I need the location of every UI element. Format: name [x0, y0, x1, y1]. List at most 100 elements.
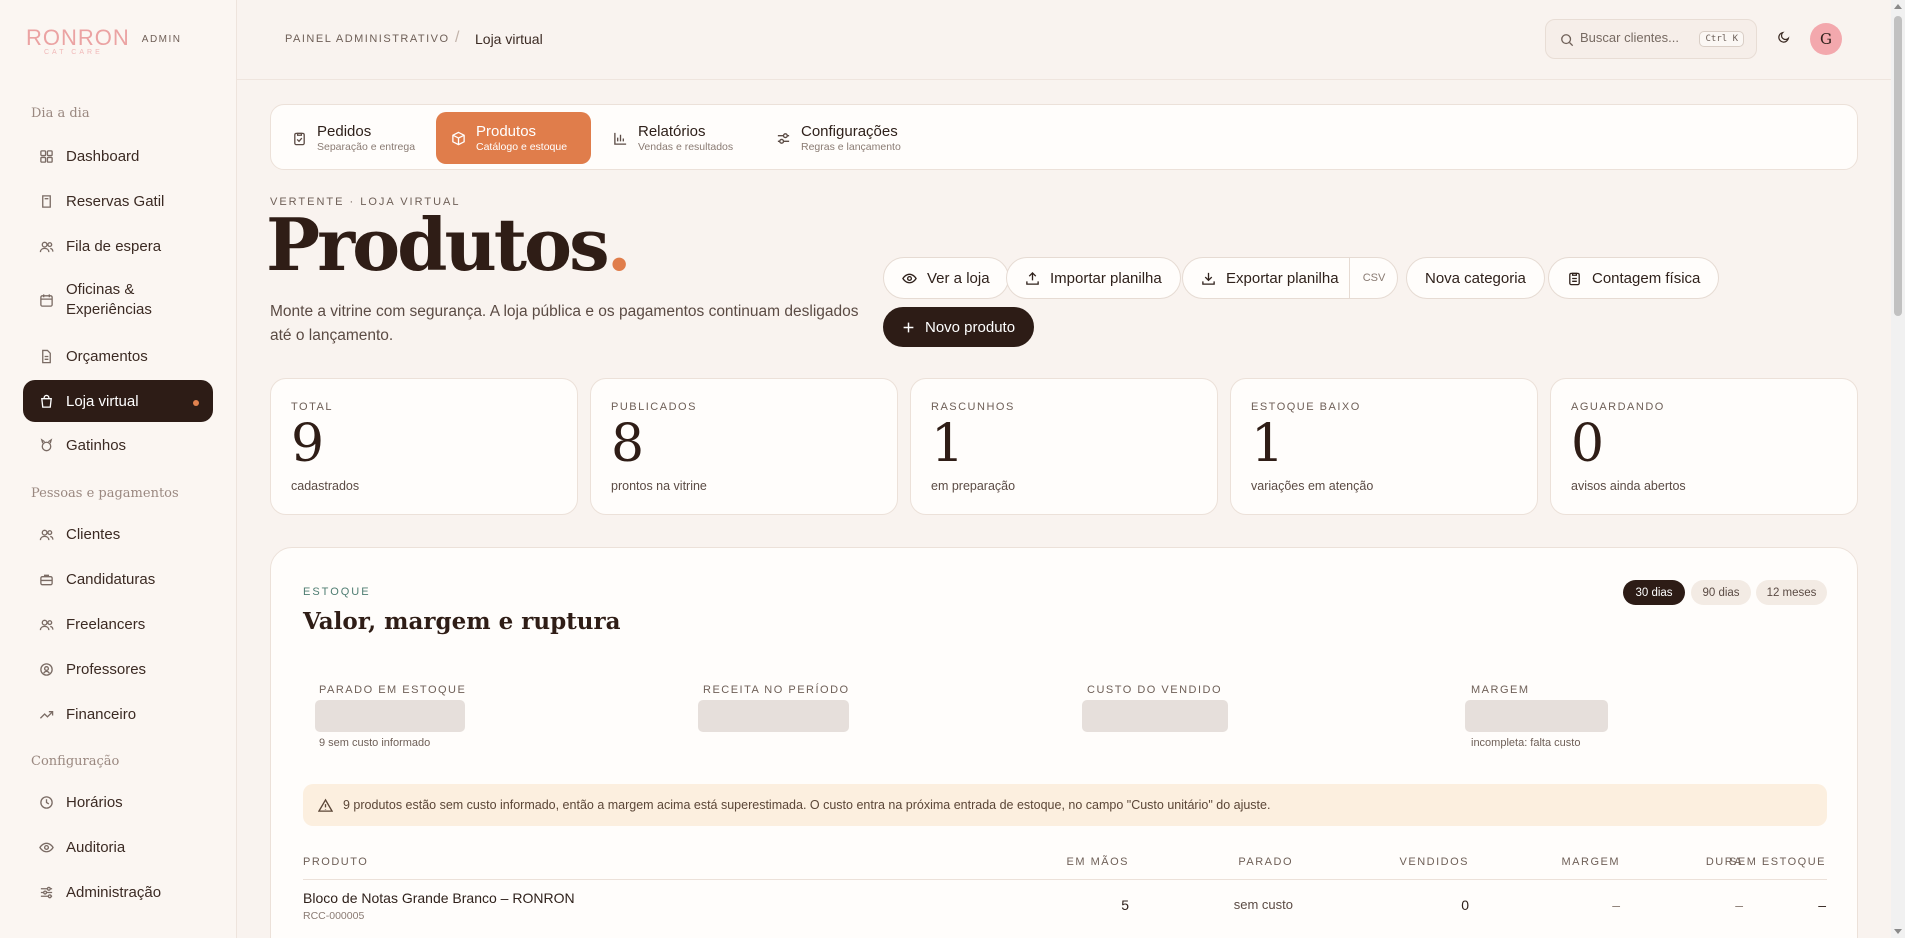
sidebar-item-orcamentos[interactable]: Orçamentos [23, 338, 213, 374]
sidebar-item-label: Oficinas & Experiências [66, 281, 152, 318]
tab-label: Pedidos [317, 122, 372, 140]
stat-value: 8 [611, 414, 645, 474]
new-category-button[interactable]: Nova categoria [1406, 257, 1545, 299]
eye-icon [902, 271, 917, 286]
range-12-meses[interactable]: 12 meses [1756, 580, 1827, 605]
stat-card-estoque-baixo: ESTOQUE BAIXO 1 variações em atenção [1230, 378, 1538, 515]
stat-card-publicados: PUBLICADOS 8 prontos na vitrine [590, 378, 898, 515]
cell-sem-estoque: – [1818, 897, 1826, 913]
sidebar-item-freelancers[interactable]: Freelancers [23, 606, 213, 642]
new-category-label: Nova categoria [1425, 269, 1526, 287]
sidebar-item-professores[interactable]: Professores [23, 651, 213, 687]
view-store-label: Ver a loja [927, 269, 990, 287]
cell-dura: – [1735, 897, 1743, 913]
metric-label-parado: PARADO EM ESTOQUE [319, 684, 467, 696]
trending-up-icon [38, 706, 54, 722]
search-input[interactable] [1580, 30, 1700, 45]
stat-value: 9 [291, 414, 325, 474]
metric-note: incompleta: falta custo [1471, 737, 1581, 749]
brand[interactable]: RONRON CAT CARE ADMIN [26, 26, 182, 57]
column-header-parado[interactable]: PARADO [1238, 856, 1293, 868]
column-header-margem[interactable]: MARGEM [1562, 856, 1621, 868]
sidebar-item-clientes[interactable]: Clientes [23, 516, 213, 552]
sidebar-item-fila-de-espera[interactable]: Fila de espera [23, 228, 213, 264]
sidebar-item-loja-virtual[interactable]: Loja virtual [23, 380, 213, 422]
sidebar-item-administracao[interactable]: Administração [23, 874, 213, 910]
sidebar-item-label: Loja virtual [66, 392, 139, 410]
upload-icon [1025, 271, 1040, 286]
product-sku: RCC-000005 [303, 910, 365, 922]
avatar[interactable]: G [1810, 23, 1842, 55]
sidebar-item-label: Auditoria [66, 838, 126, 856]
stat-caption: prontos na vitrine [611, 479, 707, 493]
sidebar-item-candidaturas[interactable]: Candidaturas [23, 561, 213, 597]
cell-vendidos: 0 [1461, 897, 1469, 913]
stat-caption: em preparação [931, 479, 1016, 493]
scroll-down-arrow[interactable] [1894, 929, 1902, 934]
page-title-dot: . [606, 202, 632, 287]
export-format-csv[interactable]: CSV [1349, 257, 1398, 299]
new-product-button[interactable]: Novo produto [883, 307, 1035, 347]
cat-icon [38, 437, 54, 453]
column-header-vendidos[interactable]: VENDIDOS [1400, 856, 1469, 868]
tab-produtos[interactable]: Produtos Catálogo e estoque [436, 112, 591, 164]
breadcrumb-root[interactable]: PAINEL ADMINISTRATIVO [285, 33, 450, 45]
search-box[interactable]: Ctrl K [1545, 19, 1757, 59]
book-icon [38, 193, 54, 209]
sidebar-item-financeiro[interactable]: Financeiro [23, 696, 213, 732]
breadcrumb-separator: / [455, 29, 460, 46]
search-shortcut: Ctrl K [1699, 31, 1744, 47]
scroll-thumb[interactable] [1894, 16, 1902, 316]
stat-caption: cadastrados [291, 479, 360, 493]
users-icon [38, 616, 54, 632]
import-spreadsheet-button[interactable]: Importar planilha [1006, 257, 1181, 299]
sidebar-item-gatinhos[interactable]: Gatinhos [23, 427, 213, 463]
sidebar-item-label: Professores [66, 660, 147, 678]
view-store-button[interactable]: Ver a loja [883, 257, 1009, 299]
import-label: Importar planilha [1050, 269, 1162, 287]
stat-value: 1 [931, 414, 965, 474]
product-name[interactable]: Bloco de Notas Grande Branco – RONRON [303, 890, 575, 906]
sidebar-item-label: Gatinhos [66, 436, 127, 454]
users-icon [38, 238, 54, 254]
tab-configuracoes[interactable]: Configurações Regras e lançamento [761, 112, 917, 164]
missing-cost-alert: 9 produtos estão sem custo informado, en… [303, 784, 1827, 826]
store-tabs: Pedidos Separação e entrega Produtos Catál… [270, 104, 1858, 170]
sidebar-item-label: Candidaturas [66, 570, 156, 588]
tab-subtitle: Separação e entrega [317, 140, 416, 153]
settings-sliders-icon [775, 131, 791, 146]
download-icon [1201, 271, 1216, 286]
sidebar-item-dashboard[interactable]: Dashboard [23, 138, 213, 174]
column-header-produto[interactable]: PRODUTO [303, 856, 368, 868]
export-label: Exportar planilha [1226, 269, 1339, 287]
scroll-up-arrow[interactable] [1894, 4, 1902, 9]
sidebar-item-horarios[interactable]: Horários [23, 784, 213, 820]
sidebar-item-reservas-gatil[interactable]: Reservas Gatil [23, 183, 213, 219]
stat-value: 0 [1571, 414, 1605, 474]
tab-pedidos[interactable]: Pedidos Separação e entrega [277, 112, 431, 164]
metric-label-margem: MARGEM [1471, 684, 1530, 696]
eye-icon [38, 839, 54, 855]
sidebar-item-auditoria[interactable]: Auditoria [23, 829, 213, 865]
sidebar-item-label: Reservas Gatil [66, 192, 165, 210]
sidebar-item-label: Fila de espera [66, 237, 162, 255]
stat-caption: avisos ainda abertos [1571, 479, 1686, 493]
calendar-icon [38, 292, 54, 308]
stat-value: 1 [1251, 414, 1285, 474]
alert-text: 9 produtos estão sem custo informado, en… [343, 798, 1271, 812]
stat-caption: variações em atenção [1251, 479, 1374, 493]
sidebar: RONRON CAT CARE ADMIN Dia a dia Dashboar… [0, 0, 237, 938]
theme-toggle-button[interactable] [1773, 28, 1795, 50]
range-90-dias[interactable]: 90 dias [1691, 580, 1751, 605]
sidebar-item-oficinas[interactable]: Oficinas & Experiências [23, 278, 213, 322]
metric-value-loading [698, 700, 849, 732]
range-30-dias[interactable]: 30 dias [1623, 580, 1685, 605]
page-scrollbar[interactable] [1891, 0, 1905, 938]
sidebar-section-pessoas: Pessoas e pagamentos [31, 486, 179, 501]
physical-count-button[interactable]: Contagem física [1548, 257, 1720, 299]
cell-parado: sem custo [1233, 897, 1293, 912]
tab-relatorios[interactable]: Relatórios Vendas e resultados [598, 112, 749, 164]
box-icon [450, 131, 466, 146]
column-header-sem-estoque[interactable]: SEM ESTOQUE [1729, 856, 1826, 868]
column-header-em-maos[interactable]: EM MÃOS [1067, 856, 1129, 868]
